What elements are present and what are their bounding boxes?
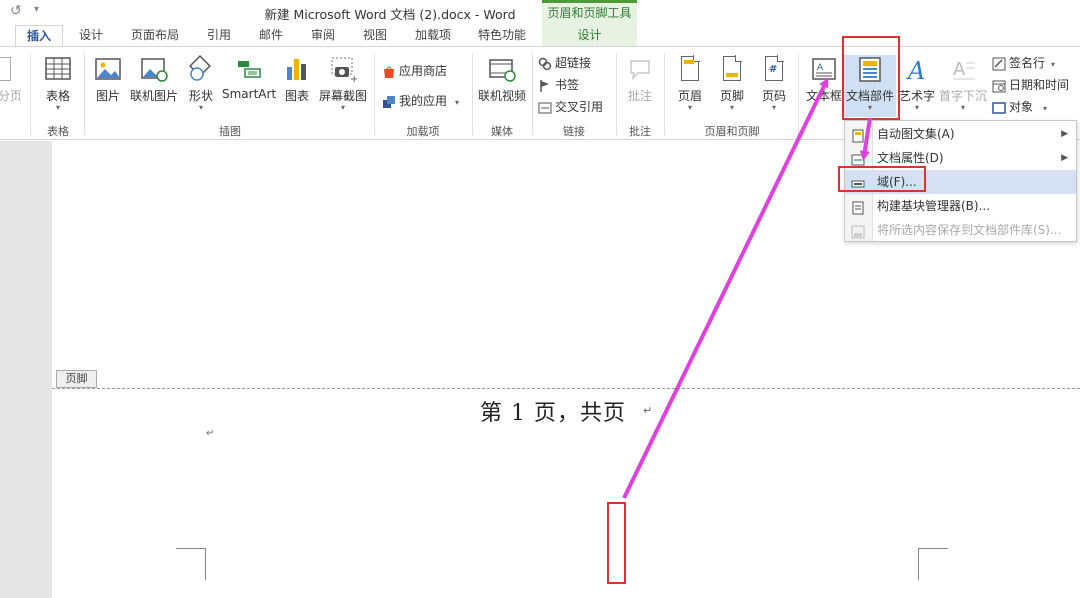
word-window: ↺ ▾ 新建 Microsoft Word 文档 (2).docx - Word…	[0, 0, 1080, 598]
arrow-to-quick-parts	[622, 77, 829, 499]
arrow-to-field	[859, 117, 872, 161]
annotation-arrows	[622, 77, 872, 499]
